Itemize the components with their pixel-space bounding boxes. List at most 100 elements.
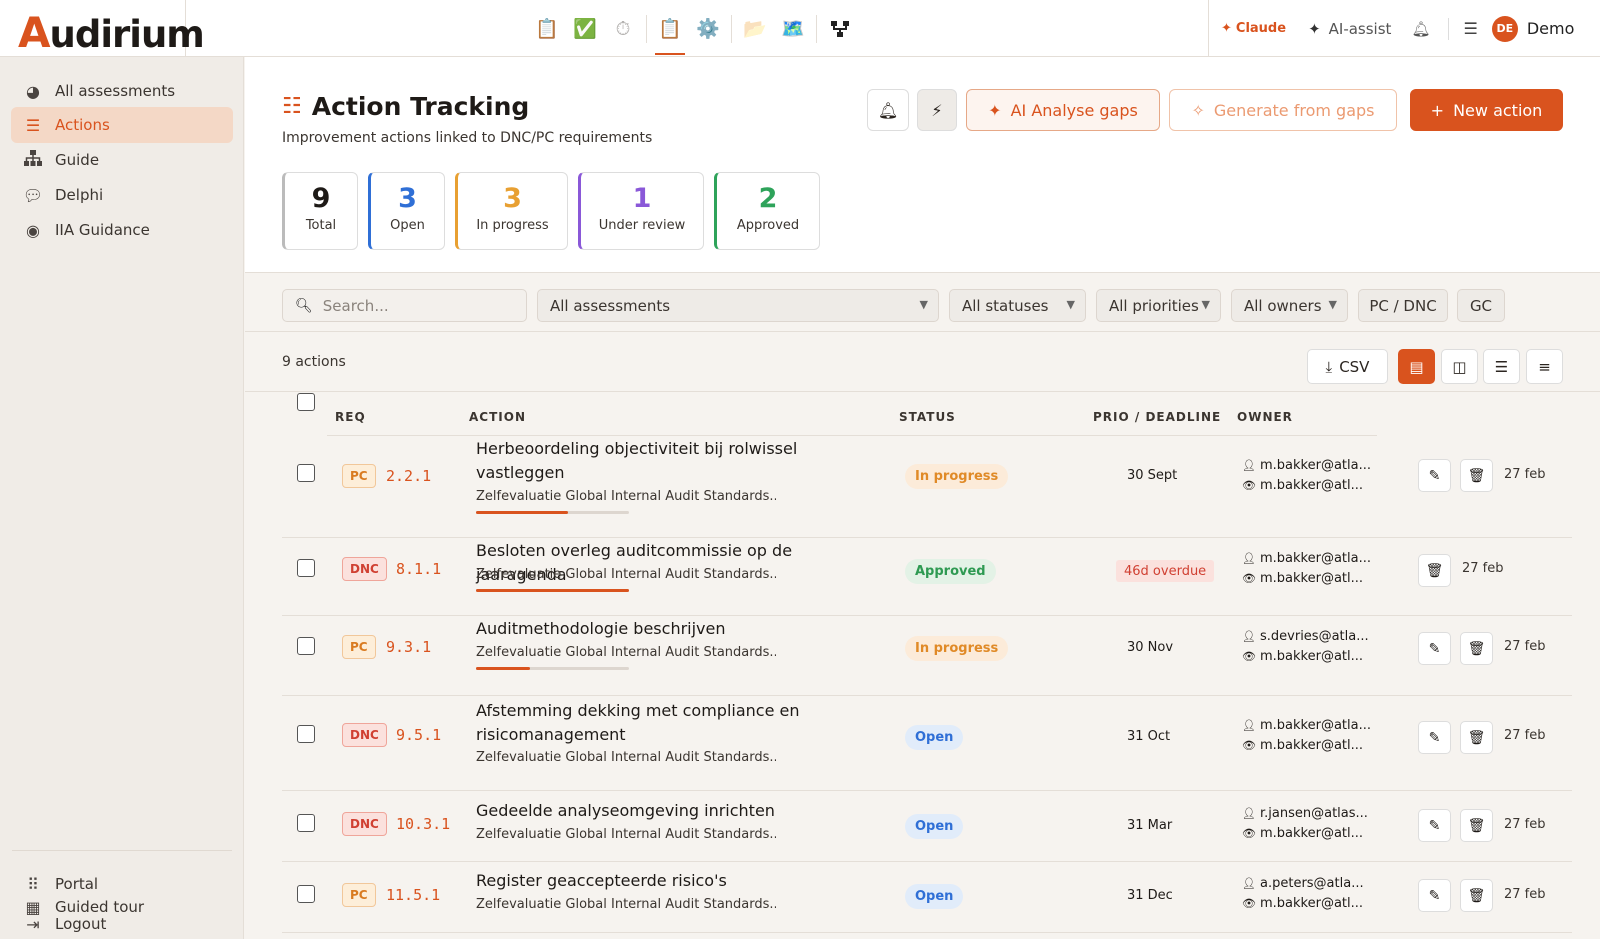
search-input[interactable]: 🔍︎ Search... — [282, 289, 527, 322]
row-checkbox[interactable] — [297, 464, 315, 482]
table-row[interactable]: PC 11.5.1 Register geaccepteerde risico'… — [282, 863, 1572, 933]
column-header-prio-deadline[interactable]: PRIO / DEADLINE — [1093, 410, 1221, 424]
sidebar-item-guide[interactable]: Guide — [11, 142, 233, 178]
network-icon[interactable] — [821, 0, 859, 57]
status-badge[interactable]: Open — [905, 725, 964, 750]
folders-icon[interactable]: 📂 — [736, 0, 774, 57]
column-header-owner[interactable]: OWNER — [1237, 410, 1293, 424]
status-badge[interactable]: In progress — [905, 636, 1009, 661]
row-checkbox[interactable] — [297, 725, 315, 743]
req-number[interactable]: 9.3.1 — [386, 638, 431, 656]
notifications-bell-icon[interactable]: 🔔︎ — [1411, 20, 1430, 38]
edit-button[interactable]: ✎ — [1418, 721, 1451, 754]
row-checkbox[interactable] — [297, 637, 315, 655]
row-checkbox[interactable] — [297, 559, 315, 577]
avatar[interactable]: DE — [1491, 15, 1518, 42]
delete-button[interactable]: 🗑︎ — [1460, 459, 1493, 492]
board-view-button[interactable]: ◫ — [1441, 349, 1478, 384]
checkmark-icon[interactable]: ✅ — [566, 0, 604, 57]
map-icon[interactable]: 🗺️ — [774, 0, 812, 57]
table-row[interactable]: DNC 8.1.1 Besloten overleg auditcommissi… — [282, 539, 1572, 616]
divider — [646, 14, 647, 43]
generate-from-gaps-button[interactable]: ✧ Generate from gaps — [1169, 89, 1397, 131]
ai-assist-button[interactable]: ✦ AI-assist — [1308, 20, 1391, 38]
table-row[interactable]: DNC 10.3.1 Gedeelde analyseomgeving inri… — [282, 792, 1572, 862]
edit-button[interactable]: ✎ — [1418, 879, 1451, 912]
clipboard-active-icon[interactable]: 📋 — [651, 0, 689, 57]
table-row[interactable]: PC 2.2.1 Herbeoordeling objectiviteit bi… — [282, 437, 1572, 538]
chart-view-button[interactable]: ☰ — [1483, 349, 1520, 384]
ai-analyse-gaps-button[interactable]: ✦ AI Analyse gaps — [966, 89, 1160, 131]
stat-open[interactable]: 3 Open — [368, 172, 445, 250]
notify-button[interactable]: 🔔︎ — [867, 89, 909, 131]
action-title[interactable]: Auditmethodologie beschrijven — [476, 617, 886, 641]
stat-in-progress[interactable]: 3 In progress — [455, 172, 568, 250]
req-number[interactable]: 8.1.1 — [396, 560, 441, 578]
gear-icon[interactable]: ⚙️ — [689, 0, 727, 57]
list-view-button[interactable]: ▤ — [1398, 349, 1435, 384]
chevron-down-icon: ▼ — [1328, 298, 1337, 311]
table-row[interactable]: DNC 9.5.1 Afstemming dekking met complia… — [282, 697, 1572, 791]
filter-bar: 🔍︎ Search... All assessments ▼ All statu… — [245, 274, 1600, 332]
action-title[interactable]: Register geaccepteerde risico's — [476, 869, 886, 893]
req-number[interactable]: 2.2.1 — [386, 467, 431, 485]
network-svg — [831, 20, 849, 37]
priority-select[interactable]: All priorities ▼ — [1096, 289, 1221, 322]
csv-export-button[interactable]: ⤓ CSV — [1307, 349, 1388, 384]
status-select[interactable]: All statuses ▼ — [949, 289, 1086, 322]
app-logo[interactable]: Audirium — [18, 8, 205, 57]
select-all-checkbox[interactable] — [297, 393, 315, 411]
eye-icon: 👁︎ — [1242, 572, 1256, 585]
status-badge[interactable]: Approved — [905, 559, 996, 584]
req-number[interactable]: 9.5.1 — [396, 726, 441, 744]
plus-icon: + — [1430, 100, 1445, 120]
action-title[interactable]: Gedeelde analyseomgeving inrichten — [476, 799, 886, 823]
owner-select[interactable]: All owners ▼ — [1231, 289, 1348, 322]
delete-button[interactable]: 🗑︎ — [1460, 721, 1493, 754]
action-title[interactable]: Afstemming dekking met compliance en ris… — [476, 699, 886, 747]
column-header-status[interactable]: STATUS — [899, 410, 956, 424]
row-checkbox[interactable] — [297, 814, 315, 832]
delete-button[interactable]: 🗑︎ — [1460, 879, 1493, 912]
delete-button[interactable]: 🗑︎ — [1460, 632, 1493, 665]
timer-icon[interactable]: ⏱ — [604, 0, 642, 57]
sidebar-item-iia-guidance[interactable]: ◉ IIA Guidance — [11, 212, 233, 248]
edit-button[interactable]: ✎ — [1418, 459, 1451, 492]
compass-icon: ◉ — [26, 220, 40, 240]
sidebar-item-label: Delphi — [55, 186, 104, 204]
table-row[interactable]: PC 9.3.1 Auditmethodologie beschrijven Z… — [282, 617, 1572, 696]
column-header-req[interactable]: REQ — [335, 410, 366, 424]
column-header-action[interactable]: ACTION — [469, 410, 526, 424]
req-number[interactable]: 10.3.1 — [396, 815, 450, 833]
stat-under-review[interactable]: 1 Under review — [578, 172, 704, 250]
assessment-select[interactable]: All assessments ▼ — [537, 289, 939, 322]
status-badge[interactable]: In progress — [905, 464, 1009, 489]
claude-button[interactable]: ✦ Claude — [1221, 21, 1286, 36]
new-action-button[interactable]: + New action — [1410, 89, 1563, 131]
pc-dnc-toggle[interactable]: PC / DNC — [1358, 289, 1448, 322]
owner-cell: 👤︎ m.bakker@atla... 👁︎ m.bakker@atl... — [1242, 456, 1371, 496]
deadline: 30 Sept — [1127, 468, 1178, 483]
row-checkbox[interactable] — [297, 885, 315, 903]
menu-icon[interactable]: ☰ — [1463, 19, 1477, 38]
user-name[interactable]: Demo — [1527, 19, 1575, 38]
delete-button[interactable]: 🗑︎ — [1418, 554, 1451, 587]
status-badge[interactable]: Open — [905, 814, 964, 839]
clipboard-icon[interactable]: 📋 — [528, 0, 566, 57]
edit-button[interactable]: ✎ — [1418, 809, 1451, 842]
stat-total[interactable]: 9 Total — [282, 172, 358, 250]
stat-approved[interactable]: 2 Approved — [714, 172, 820, 250]
status-badge[interactable]: Open — [905, 884, 964, 909]
timeline-view-button[interactable]: ≡ — [1526, 349, 1563, 384]
search-icon: 🔍︎ — [295, 297, 313, 314]
sidebar-item-all-assessments[interactable]: ◕ All assessments — [11, 73, 233, 109]
sidebar-item-delphi[interactable]: 💬︎ Delphi — [11, 177, 233, 213]
req-number[interactable]: 11.5.1 — [386, 886, 440, 904]
delete-button[interactable]: 🗑︎ — [1460, 809, 1493, 842]
edit-button[interactable]: ✎ — [1418, 632, 1451, 665]
sidebar-item-actions[interactable]: ☰ Actions — [11, 107, 233, 143]
automation-button[interactable]: ⚡︎ — [917, 89, 957, 131]
gc-toggle[interactable]: GC — [1457, 289, 1505, 322]
action-title[interactable]: Herbeoordeling objectiviteit bij rolwiss… — [476, 437, 886, 485]
sidebar-item-guided-tour[interactable]: ▦ Guided tour — [11, 889, 233, 925]
